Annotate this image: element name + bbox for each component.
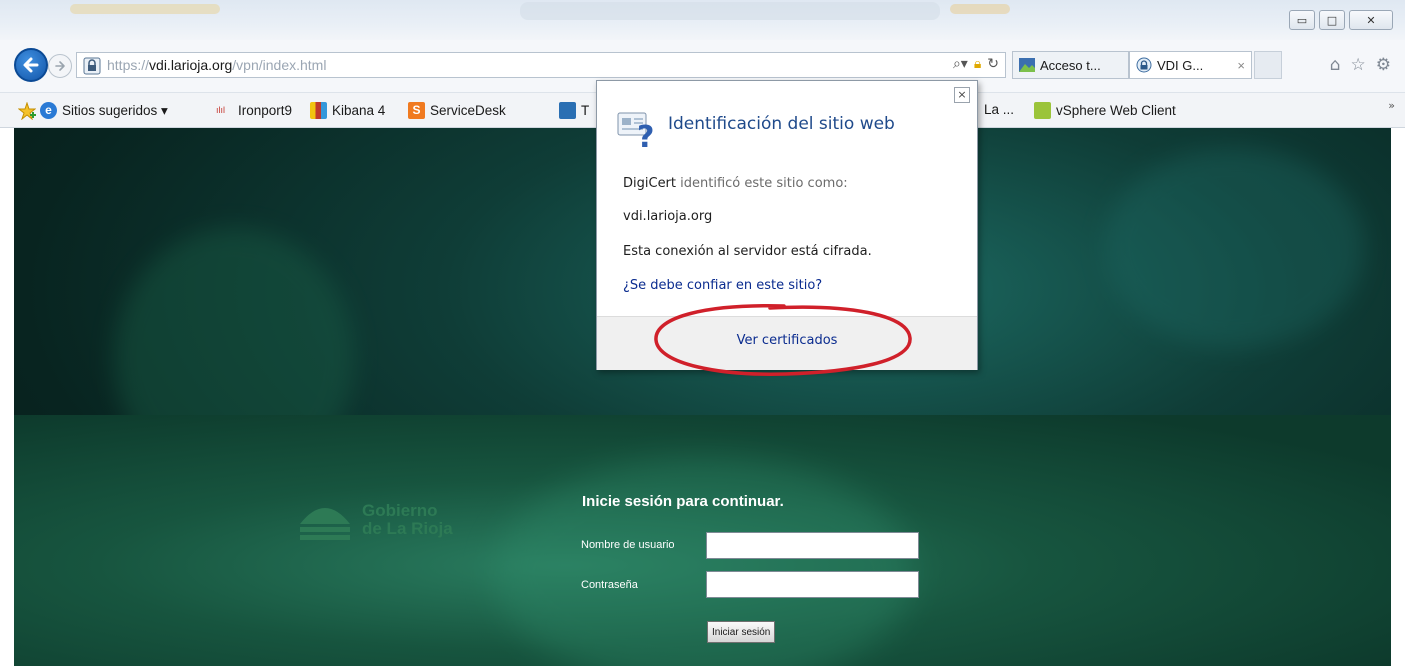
issuer-name: DigiCert [623, 176, 677, 191]
username-label: Nombre de usuario [581, 539, 675, 551]
login-button[interactable]: Iniciar sesión [707, 621, 776, 643]
star-add-icon [18, 102, 36, 120]
gobierno-logo-icon [300, 508, 350, 540]
issuer-line: DigiCert identificó este sitio como: [623, 176, 848, 191]
arrow-left-icon [23, 57, 39, 73]
fav-kibana4[interactable]: Kibana 4 [310, 102, 385, 119]
fav-label: La ... [984, 102, 1015, 117]
issuer-text: identificó este sitio como: [676, 176, 848, 191]
servicedesk-icon: S [408, 102, 425, 119]
window-titlebar: ▭ □ ✕ [0, 0, 1405, 40]
username-input[interactable] [706, 532, 919, 559]
password-label: Contraseña [581, 579, 638, 591]
vsphere-icon [1034, 102, 1051, 119]
gobierno-logo: Gobierno de La Rioja [296, 496, 453, 544]
back-button[interactable] [14, 48, 48, 82]
address-bar-icons: ⌕▾ 🔒︎ ↻ [953, 56, 999, 72]
fav-vsphere[interactable]: vSphere Web Client [1034, 102, 1176, 119]
gear-icon[interactable]: ⚙ [1376, 55, 1391, 75]
trust-site-link[interactable]: ¿Se debe confiar en este sitio? [623, 278, 822, 293]
ie-icon: e [40, 102, 57, 119]
titlebar-decoration [520, 2, 940, 20]
encryption-status: Esta conexión al servidor está cifrada. [623, 244, 872, 259]
password-input[interactable] [706, 571, 919, 598]
site-icon [1019, 58, 1035, 72]
popup-title: Identificación del sitio web [668, 114, 895, 134]
lock-icon[interactable] [83, 57, 101, 75]
tab-acceso[interactable]: Acceso t... [1012, 51, 1129, 79]
refresh-icon[interactable]: ↻ [987, 56, 999, 72]
kibana-icon [310, 102, 327, 119]
minimize-button[interactable]: ▭ [1289, 10, 1315, 30]
fav-ironport9[interactable]: ılıl Ironport9 [216, 102, 292, 119]
forward-button[interactable] [48, 54, 72, 78]
search-icon[interactable]: ⌕▾ [953, 56, 968, 72]
url-scheme: https:// [107, 57, 150, 73]
home-icon[interactable]: ⌂ [1330, 55, 1341, 75]
svg-text:?: ? [637, 120, 654, 149]
fav-label: Sitios sugeridos ▾ [62, 102, 168, 118]
lock-icon [1136, 57, 1152, 73]
window-controls: ▭ □ ✕ [1289, 10, 1393, 30]
arrow-right-icon [55, 61, 65, 71]
add-favorite-icon[interactable] [18, 102, 36, 120]
gobierno-logo-text: Gobierno de La Rioja [362, 502, 453, 538]
fav-servicedesk[interactable]: S ServiceDesk [408, 102, 506, 119]
address-bar[interactable]: https://vdi.larioja.org/vpn/index.html ⌕… [76, 52, 1006, 78]
cisco-icon: ılıl [216, 105, 225, 115]
fav-label: ServiceDesk [430, 103, 506, 118]
tab-close-icon[interactable]: × [1237, 58, 1245, 73]
logo-line-1: Gobierno [362, 501, 438, 520]
fav-la[interactable]: La ... [984, 102, 1014, 117]
background-decoration [1104, 148, 1364, 348]
star-icon[interactable]: ☆ [1351, 55, 1366, 75]
close-window-button[interactable]: ✕ [1349, 10, 1393, 30]
url-path: /vpn/index.html [232, 57, 327, 73]
toolbar-icons: ⌂ ☆ ⚙ [1330, 55, 1391, 75]
fav-label: Kibana 4 [332, 103, 386, 118]
fav-label: T [581, 103, 590, 118]
site-identification-icon: ? [617, 112, 654, 149]
maximize-button[interactable]: □ [1319, 10, 1345, 30]
close-icon[interactable]: × [954, 87, 970, 103]
fav-t[interactable]: T [559, 102, 589, 119]
url-text[interactable]: https://vdi.larioja.org/vpn/index.html [107, 57, 326, 73]
tab-vdi[interactable]: VDI G... × [1129, 51, 1252, 79]
titlebar-decoration [70, 4, 220, 14]
tab-label: Acceso t... [1040, 57, 1101, 73]
padlock-icon[interactable]: 🔒︎ [974, 56, 981, 72]
tab-label: VDI G... [1157, 57, 1204, 73]
highlight-ellipse [654, 304, 912, 376]
chevron-more-icon[interactable]: » [1388, 99, 1395, 112]
fav-sitios-sugeridos[interactable]: e Sitios sugeridos ▾ [40, 102, 168, 119]
t-icon [559, 102, 576, 119]
fav-label: Ironport9 [238, 103, 293, 118]
fav-label: vSphere Web Client [1056, 103, 1176, 118]
new-tab-button[interactable] [1254, 51, 1282, 79]
logo-line-2: de La Rioja [362, 519, 453, 538]
identified-site: vdi.larioja.org [623, 209, 713, 224]
titlebar-decoration [950, 4, 1010, 14]
login-title: Inicie sesión para continuar. [582, 493, 784, 510]
url-host: vdi.larioja.org [149, 57, 233, 73]
